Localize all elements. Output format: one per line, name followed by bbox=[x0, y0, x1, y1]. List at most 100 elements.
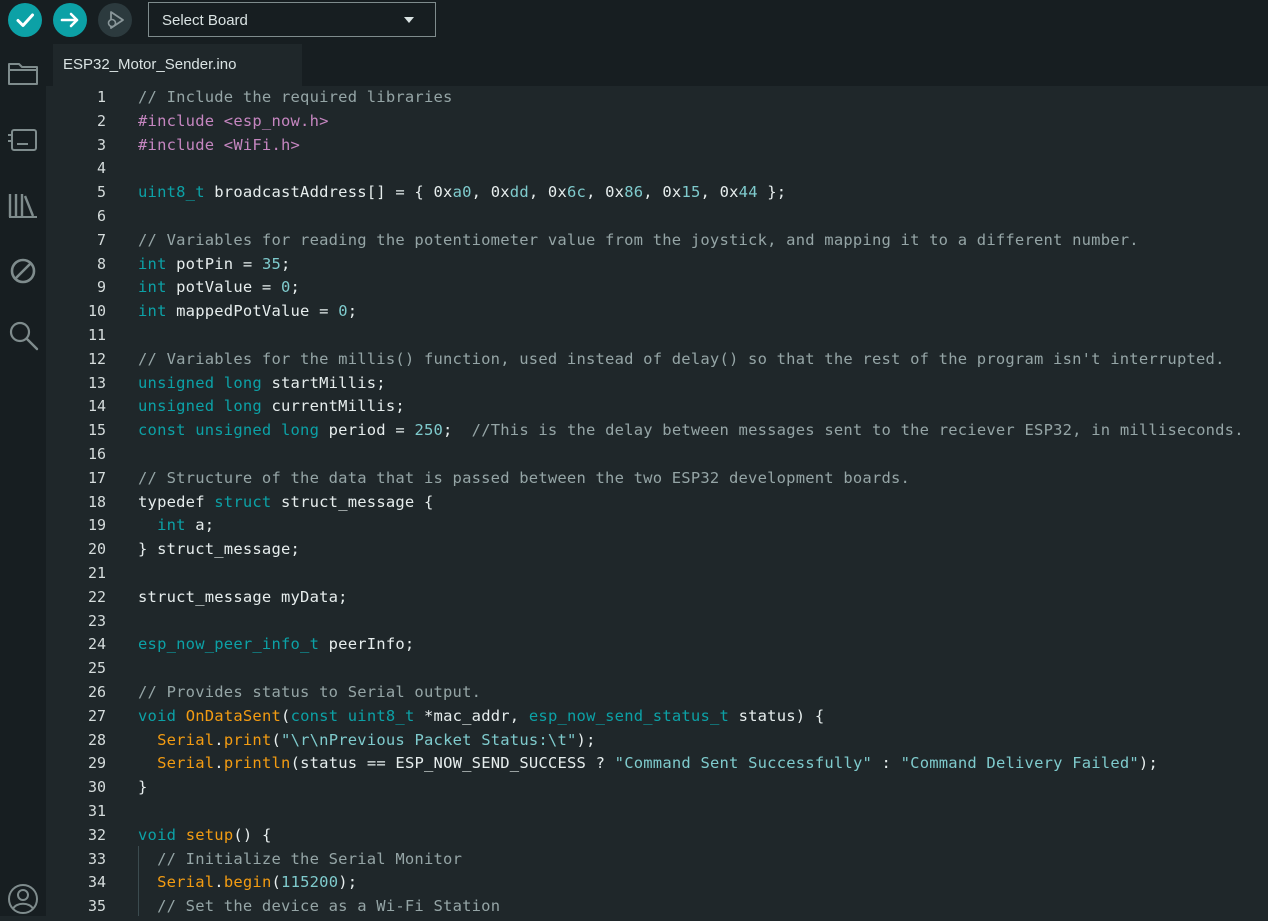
code-line[interactable]: #include <esp_now.h> bbox=[138, 110, 1244, 134]
code-line[interactable] bbox=[138, 324, 1244, 348]
line-number: 28 bbox=[87, 730, 106, 749]
code-line[interactable]: struct_message myData; bbox=[138, 586, 1244, 610]
line-number: 13 bbox=[87, 373, 106, 392]
line-number-gutter: 1 2 3 4 5 6 7 8 9 10 11 12 13 14 15 16 17 18 19 20 21 22 23 24 2… bbox=[46, 86, 106, 916]
code-token: ( bbox=[281, 706, 291, 725]
code-line[interactable]: Serial.begin(115200); bbox=[138, 871, 1244, 895]
code-token: // Structure of the data that is passed … bbox=[138, 468, 911, 487]
line-number: 34 bbox=[87, 873, 106, 892]
code-line[interactable]: const unsigned long period = 250; //This… bbox=[138, 419, 1244, 443]
debug-button[interactable] bbox=[98, 3, 132, 37]
line-number: 2 bbox=[96, 111, 106, 130]
code-token: int bbox=[138, 302, 167, 321]
code-token: typedef bbox=[138, 492, 215, 511]
account-icon bbox=[8, 884, 38, 914]
debug-panel-button[interactable] bbox=[6, 254, 40, 288]
code-line[interactable] bbox=[138, 610, 1244, 634]
verify-button[interactable] bbox=[8, 3, 42, 37]
code-line[interactable]: void setup() { bbox=[138, 824, 1244, 848]
code-token: setup bbox=[185, 825, 234, 844]
code-token: begin bbox=[223, 873, 272, 892]
code-line[interactable]: // Initialize the Serial Monitor bbox=[138, 848, 1244, 872]
line-number: 10 bbox=[87, 302, 106, 321]
code-token: esp_now_peer_info_t bbox=[138, 635, 320, 654]
code-token: a; bbox=[185, 516, 215, 535]
code-editor[interactable]: 1 2 3 4 5 6 7 8 9 10 11 12 13 14 15 16 17 18 19 20 21 22 23 24 2… bbox=[46, 86, 1268, 916]
code-line[interactable] bbox=[138, 157, 1244, 181]
code-line[interactable]: Serial.print("\r\nPrevious Packet Status… bbox=[138, 729, 1244, 753]
code-token: 0 bbox=[281, 278, 291, 297]
sketchbook-button[interactable] bbox=[6, 56, 40, 90]
line-number: 30 bbox=[87, 778, 106, 797]
code-line[interactable]: // Variables for reading the potentiomet… bbox=[138, 229, 1244, 253]
code-line[interactable]: int a; bbox=[138, 514, 1244, 538]
code-line[interactable]: #include <WiFi.h> bbox=[138, 134, 1244, 158]
code-line[interactable] bbox=[138, 443, 1244, 467]
code-token: int bbox=[157, 516, 186, 535]
code-token: // Include the required libraries bbox=[138, 88, 453, 106]
line-number: 7 bbox=[96, 230, 106, 249]
code-token: // Initialize the Serial Monitor bbox=[157, 849, 463, 868]
line-number: 27 bbox=[87, 706, 106, 725]
code-token: void bbox=[138, 825, 177, 844]
code-token: #include <esp_now.h> bbox=[138, 111, 329, 130]
board-select-dropdown[interactable]: Select Board bbox=[148, 2, 436, 37]
code-line[interactable] bbox=[138, 800, 1244, 824]
code-token: , 0x bbox=[643, 183, 682, 202]
code-line[interactable]: typedef struct struct_message { bbox=[138, 491, 1244, 515]
account-button[interactable] bbox=[6, 882, 40, 916]
code-line[interactable]: // Provides status to Serial output. bbox=[138, 681, 1244, 705]
code-line[interactable] bbox=[138, 205, 1244, 229]
library-manager-button[interactable] bbox=[6, 188, 40, 222]
code-line[interactable]: // Include the required libraries bbox=[138, 86, 1244, 110]
boards-manager-button[interactable] bbox=[6, 122, 40, 156]
code-line[interactable]: int mappedPotValue = 0; bbox=[138, 300, 1244, 324]
code-line[interactable]: unsigned long startMillis; bbox=[138, 372, 1244, 396]
code-line[interactable] bbox=[138, 562, 1244, 586]
arrow-right-icon bbox=[60, 12, 79, 28]
code-area[interactable]: // Include the required libraries #includ… bbox=[138, 86, 1244, 916]
code-token: println bbox=[223, 754, 291, 773]
code-token: ); bbox=[576, 730, 596, 749]
code-line[interactable]: // Variables for the millis() function, … bbox=[138, 348, 1244, 372]
code-line[interactable]: esp_now_peer_info_t peerInfo; bbox=[138, 633, 1244, 657]
code-token: struct_message { bbox=[271, 492, 434, 511]
code-token: Serial bbox=[157, 730, 215, 749]
code-line[interactable] bbox=[138, 657, 1244, 681]
code-token: ; bbox=[290, 278, 301, 297]
code-token: , 0x bbox=[471, 183, 510, 202]
upload-button[interactable] bbox=[53, 3, 87, 37]
line-number: 6 bbox=[96, 206, 106, 225]
line-number: 14 bbox=[87, 397, 106, 416]
code-line[interactable]: // Structure of the data that is passed … bbox=[138, 467, 1244, 491]
toolbar: Select Board bbox=[0, 0, 1268, 44]
code-token: const uint8_t bbox=[290, 706, 415, 725]
code-line[interactable]: int potPin = 35; bbox=[138, 253, 1244, 277]
code-line[interactable]: void OnDataSent(const uint8_t *mac_addr,… bbox=[138, 705, 1244, 729]
code-token: #include <WiFi.h> bbox=[138, 135, 301, 154]
code-line[interactable]: uint8_t broadcastAddress[] = { 0xa0, 0xd… bbox=[138, 181, 1244, 205]
code-line[interactable]: } struct_message; bbox=[138, 538, 1244, 562]
code-line[interactable]: Serial.println(status == ESP_NOW_SEND_SU… bbox=[138, 752, 1244, 776]
code-token: // Provides status to Serial output. bbox=[138, 682, 482, 701]
code-token: 115200 bbox=[281, 873, 339, 892]
code-token: , 0x bbox=[700, 183, 739, 202]
code-token: OnDataSent bbox=[185, 706, 282, 725]
code-line[interactable]: unsigned long currentMillis; bbox=[138, 395, 1244, 419]
line-number: 26 bbox=[87, 682, 106, 701]
code-token: //This is the delay between messages sen… bbox=[471, 421, 1244, 440]
line-number: 29 bbox=[87, 754, 106, 773]
search-button[interactable] bbox=[6, 318, 40, 352]
code-line[interactable]: } bbox=[138, 776, 1244, 800]
tab-esp32-motor-sender[interactable]: ESP32_Motor_Sender.ino bbox=[53, 44, 302, 86]
code-line[interactable]: int potValue = 0; bbox=[138, 276, 1244, 300]
code-line[interactable]: // Set the device as a Wi-Fi Station bbox=[138, 895, 1244, 916]
code-token: "\r\nPrevious Packet Status:\t" bbox=[281, 730, 577, 749]
code-token: status) { bbox=[729, 706, 825, 725]
line-number: 5 bbox=[96, 183, 106, 202]
line-number: 9 bbox=[96, 278, 106, 297]
